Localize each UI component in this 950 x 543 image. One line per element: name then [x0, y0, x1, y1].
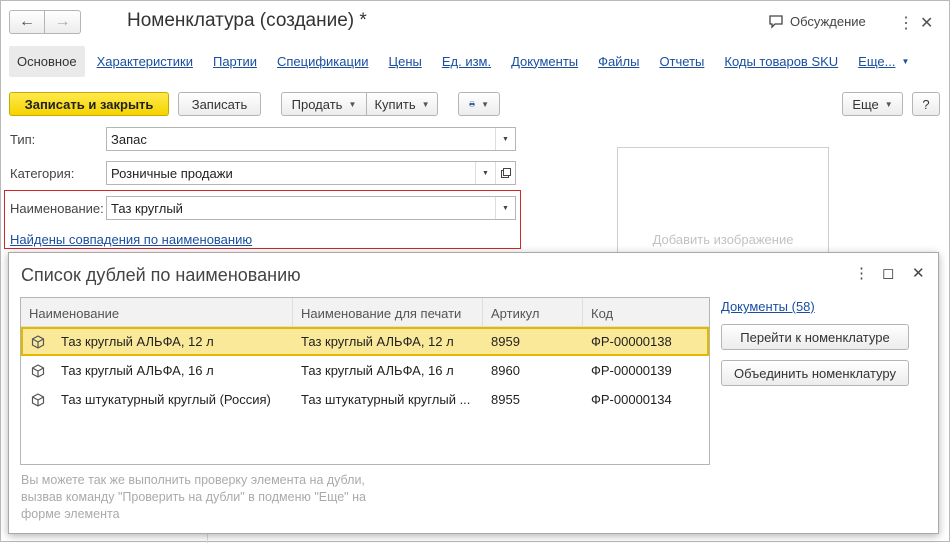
printer-icon [469, 101, 475, 107]
cell-code: ФР-00000139 [591, 363, 672, 378]
merge-items-button[interactable]: Объединить номенклатуру [721, 360, 909, 386]
package-icon [31, 392, 45, 407]
popup-maximize-button[interactable]: ◻ [882, 264, 894, 282]
duplicates-popup: Список дублей по наименованию ⋮ ◻ ✕ Наим… [8, 252, 939, 534]
tab-prices[interactable]: Цены [388, 54, 421, 69]
more-button[interactable]: Еще ▼ [842, 92, 903, 116]
row-name: Таз круглый АЛЬФА, 16 л [61, 363, 214, 378]
type-field[interactable]: Запас ▼ [106, 127, 516, 151]
cell-name: Таз круглый АЛЬФА, 16 л [21, 363, 293, 378]
name-label: Наименование: [10, 201, 104, 216]
save-button[interactable]: Записать [178, 92, 261, 116]
close-icon: ✕ [920, 15, 934, 32]
caret-down-icon: ▼ [901, 56, 910, 66]
table-row[interactable]: Таз круглый АЛЬФА, 16 л Таз круглый АЛЬФ… [21, 356, 709, 385]
hint-text: Вы можете так же выполнить проверку элем… [21, 473, 366, 521]
package-icon [31, 334, 45, 349]
documents-link[interactable]: Документы (58) [721, 299, 815, 314]
category-value: Розничные продажи [111, 165, 233, 181]
cell-name: Таз круглый АЛЬФА, 12 л [21, 334, 293, 349]
arrow-left-icon: ← [19, 13, 35, 30]
cell-article: 8955 [491, 392, 520, 407]
dropdown-icon[interactable]: ▼ [495, 128, 515, 150]
table-row[interactable]: Таз штукатурный круглый (Россия) Таз шту… [21, 385, 709, 414]
tab-specifications[interactable]: Спецификации [277, 54, 369, 69]
row-name: Таз круглый АЛЬФА, 12 л [61, 334, 214, 349]
caret-down-icon: ▼ [421, 99, 430, 109]
cell-print-name: Таз круглый АЛЬФА, 12 л [301, 334, 454, 349]
more-vertical-icon: ⋮ [854, 265, 869, 282]
column-header-print-name[interactable]: Наименование для печати [293, 298, 483, 326]
forward-button[interactable]: → [45, 10, 81, 34]
duplicates-table: Наименование Наименование для печати Арт… [20, 297, 710, 465]
add-image-label: Добавить изображение [652, 231, 794, 247]
print-button[interactable]: ▼ [458, 92, 500, 116]
back-button[interactable]: ← [9, 10, 45, 34]
cell-article: 8960 [491, 363, 520, 378]
dropdown-icon[interactable]: ▼ [495, 197, 515, 219]
type-label: Тип: [10, 132, 36, 147]
item-window: ← → Номенклатура (создание) * Обсуждение… [0, 0, 950, 543]
cell-article: 8959 [491, 334, 520, 349]
cell-print-name: Таз штукатурный круглый ... [301, 392, 471, 407]
form-tabs: Основное Характеристики Партии Специфика… [9, 45, 949, 77]
popup-title: Список дублей по наименованию [21, 265, 301, 285]
column-header-article[interactable]: Артикул [483, 298, 583, 326]
more-vertical-icon: ⋮ [898, 15, 914, 32]
more-label: Еще [852, 96, 879, 112]
tab-documents[interactable]: Документы [511, 54, 578, 69]
tab-units[interactable]: Ед. изм. [442, 54, 491, 69]
name-field[interactable]: Таз круглый ▼ [106, 196, 516, 220]
cell-name: Таз штукатурный круглый (Россия) [21, 392, 293, 407]
column-header-code[interactable]: Код [583, 298, 709, 326]
cell-code: ФР-00000134 [591, 392, 672, 407]
tab-main[interactable]: Основное [9, 45, 85, 77]
tab-characteristics[interactable]: Характеристики [97, 54, 193, 69]
sell-label: Продать [291, 96, 343, 112]
buy-button[interactable]: Купить ▼ [366, 92, 438, 116]
package-icon [31, 363, 45, 378]
discussion-label: Обсуждение [790, 14, 866, 29]
sell-button[interactable]: Продать ▼ [281, 92, 367, 116]
caret-down-icon: ▼ [481, 99, 489, 109]
window-menu-button[interactable]: ⋮ [898, 13, 914, 33]
arrow-right-icon: → [54, 13, 71, 30]
category-field[interactable]: Розничные продажи ▼ [106, 161, 516, 185]
tab-reports[interactable]: Отчеты [659, 54, 704, 69]
tab-more[interactable]: Еще... [858, 54, 895, 69]
caret-down-icon: ▼ [348, 99, 357, 109]
window-close-button[interactable]: ✕ [920, 13, 933, 33]
save-close-button[interactable]: Записать и закрыть [9, 92, 169, 116]
chat-icon [769, 14, 783, 29]
tab-batches[interactable]: Партии [213, 54, 257, 69]
open-window-icon [500, 168, 511, 178]
row-name: Таз штукатурный круглый (Россия) [61, 392, 271, 407]
buy-label: Купить [374, 96, 416, 112]
cell-code: ФР-00000138 [591, 334, 672, 349]
tab-files[interactable]: Файлы [598, 54, 639, 69]
caret-down-icon: ▼ [884, 99, 893, 109]
open-icon[interactable] [495, 162, 515, 184]
maximize-icon: ◻ [882, 265, 895, 282]
discussion-button[interactable]: Обсуждение [768, 14, 866, 29]
tab-sku-codes[interactable]: Коды товаров SKU [724, 54, 838, 69]
close-icon: ✕ [912, 265, 925, 282]
table-header: Наименование Наименование для печати Арт… [21, 298, 709, 327]
popup-close-button[interactable]: ✕ [912, 264, 925, 282]
image-placeholder[interactable]: Добавить изображение [617, 147, 829, 267]
goto-item-button[interactable]: Перейти к номенклатуре [721, 324, 909, 350]
column-header-name[interactable]: Наименование [21, 298, 293, 326]
page-title: Номенклатура (создание) * [127, 10, 367, 31]
name-value: Таз круглый [111, 200, 183, 216]
dropdown-icon[interactable]: ▼ [475, 162, 495, 184]
category-label: Категория: [10, 166, 75, 181]
matches-link[interactable]: Найдены совпадения по наименованию [10, 232, 252, 247]
table-row[interactable]: Таз круглый АЛЬФА, 12 л Таз круглый АЛЬФ… [21, 327, 709, 356]
cell-print-name: Таз круглый АЛЬФА, 16 л [301, 363, 454, 378]
help-button[interactable]: ? [912, 92, 940, 116]
popup-menu-button[interactable]: ⋮ [854, 264, 869, 282]
type-value: Запас [111, 131, 147, 147]
